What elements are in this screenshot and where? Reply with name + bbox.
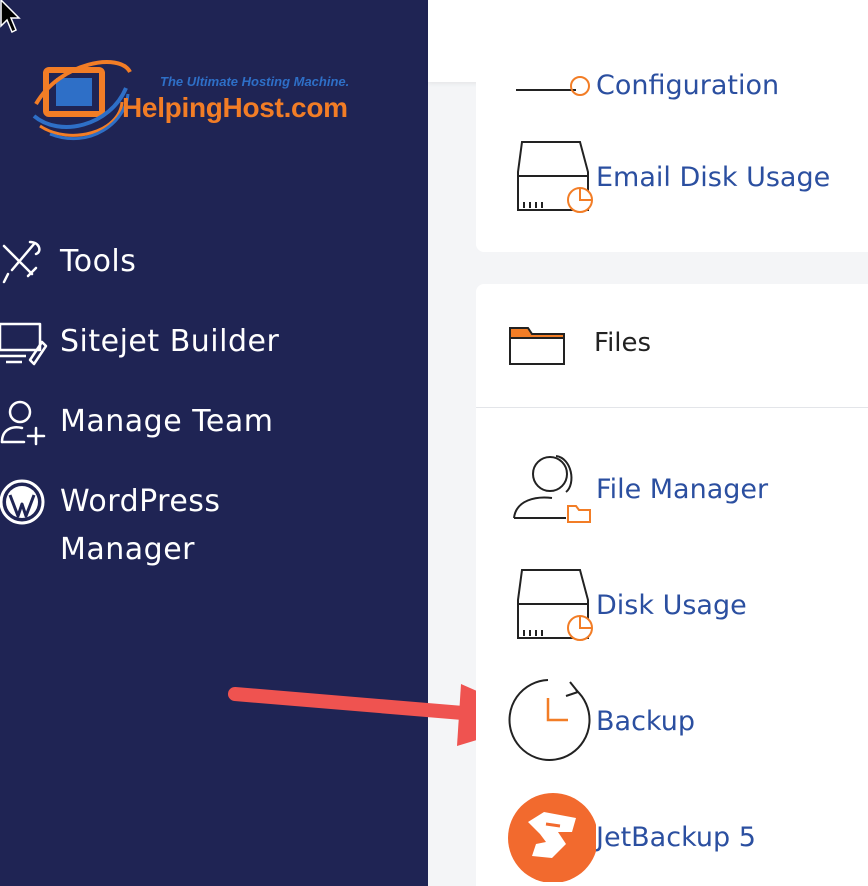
sidebar-item-label: Sitejet Builder: [60, 324, 280, 359]
sidebar-item-wordpress-manager[interactable]: WordPress Manager: [0, 478, 320, 574]
logo-tagline: The Ultimate Hosting Machine.: [160, 74, 350, 89]
folder-icon: [509, 327, 565, 365]
mouse-cursor-icon: [0, 0, 21, 34]
file-manager-icon: [513, 455, 591, 523]
sidebar: The Ultimate Hosting Machine. HelpingHos…: [0, 0, 543, 886]
sidebar-item-manage-team[interactable]: Manage Team: [0, 398, 274, 446]
list-item-jetbackup[interactable]: JetBackup 5: [476, 792, 756, 882]
sidebar-item-label: Manage Team: [60, 404, 274, 439]
files-section-header[interactable]: Files: [476, 284, 868, 408]
list-item-label: Disk Usage: [596, 589, 747, 621]
list-item-configuration[interactable]: Configuration: [476, 40, 779, 130]
list-item-label: JetBackup 5: [596, 821, 756, 853]
logo-name: HelpingHost.com: [122, 92, 348, 123]
list-item-label: File Manager: [596, 473, 769, 505]
sidebar-item-tools[interactable]: Tools: [0, 238, 136, 286]
helpinghost-logo[interactable]: The Ultimate Hosting Machine. HelpingHos…: [30, 42, 370, 152]
list-item-backup[interactable]: Backup: [476, 676, 695, 766]
backup-icon: [508, 679, 591, 761]
list-item-disk-usage[interactable]: Disk Usage: [476, 560, 747, 650]
disk-usage-icon: [517, 569, 593, 641]
list-item-email-disk-usage[interactable]: Email Disk Usage: [476, 132, 830, 222]
list-item-file-manager[interactable]: File Manager: [476, 444, 768, 534]
list-item-label: Configuration: [596, 69, 780, 101]
section-title: Files: [594, 328, 652, 358]
list-item-label: Email Disk Usage: [596, 161, 831, 193]
sidebar-item-sitejet-builder[interactable]: Sitejet Builder: [0, 318, 279, 366]
sidebar-item-label: Tools: [60, 244, 137, 279]
list-item-label: Backup: [596, 705, 695, 737]
wordpress-icon: [0, 479, 45, 525]
email-config-icon: [516, 76, 590, 96]
sidebar-item-label: WordPress Manager: [60, 484, 221, 567]
jetbackup-icon: [508, 793, 596, 882]
tools-icon: [2, 240, 41, 284]
disk-usage-icon: [517, 141, 593, 213]
monitor-pen-icon: [0, 322, 48, 366]
user-add-icon: [0, 400, 46, 446]
